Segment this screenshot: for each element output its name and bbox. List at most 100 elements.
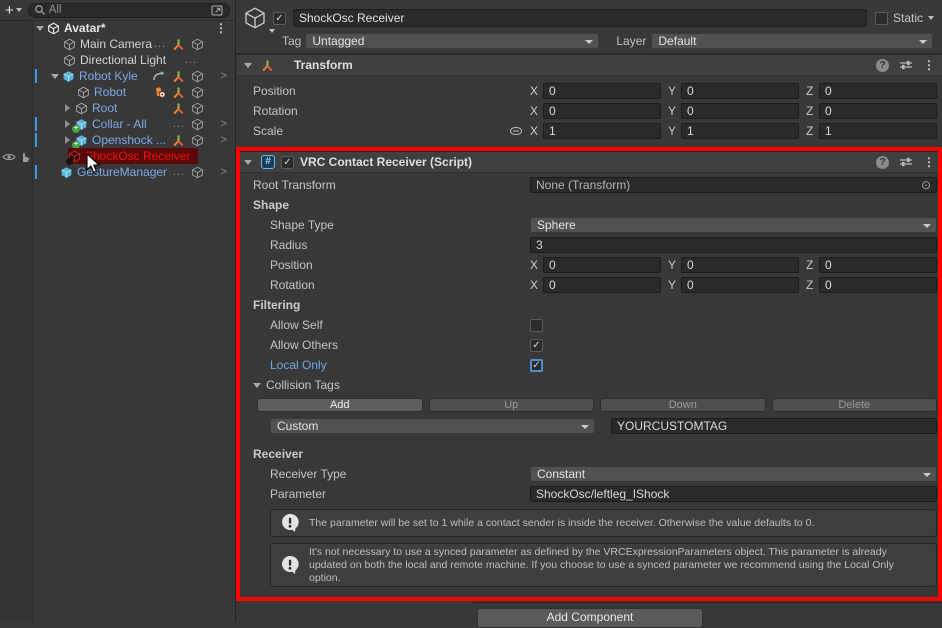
foldout-closed-icon[interactable] — [65, 120, 70, 128]
section-label: Receiver — [253, 447, 530, 461]
static-checkbox[interactable] — [875, 12, 888, 25]
layer-dropdown[interactable]: Default — [651, 33, 933, 49]
hierarchy-row-avatar[interactable]: Avatar* ⋮ — [34, 20, 235, 36]
allow-self-checkbox[interactable] — [530, 319, 543, 332]
vrc-contact-receiver-header[interactable]: # VRC Contact Receiver (Script) ? ⋮ — [237, 151, 942, 173]
axis-label: Y — [668, 124, 676, 138]
shape-type-row: Shape Type Sphere — [237, 217, 942, 233]
chevron-right-icon[interactable]: > — [221, 70, 227, 82]
hierarchy-row-robot[interactable]: Robot — [34, 84, 235, 100]
parameter-input[interactable]: ShockOsc/leftleg_IShock — [530, 486, 937, 502]
field-label: Rotation — [253, 104, 530, 118]
hierarchy-row-gesturemanager[interactable]: GestureManager ... > — [34, 164, 235, 180]
component-enabled-checkbox[interactable] — [281, 156, 294, 169]
rotation-y-input[interactable]: 0 — [681, 103, 799, 119]
presets-icon[interactable] — [899, 59, 913, 71]
scale-x-input[interactable]: 1 — [543, 123, 661, 139]
foldout-closed-icon[interactable] — [65, 104, 70, 112]
collision-tags-row[interactable]: Collision Tags — [237, 377, 942, 393]
collision-tags-buttons: Add Up Down Delete — [257, 398, 937, 412]
tag-type-dropdown[interactable]: Custom — [270, 418, 595, 434]
help-icon[interactable]: ? — [876, 59, 889, 72]
scale-y-input[interactable]: 1 — [681, 123, 799, 139]
scale-row: Scale X1 Y1 Z1 — [237, 123, 942, 139]
foldout-open-icon[interactable] — [244, 160, 252, 165]
cube-toggle-icon[interactable] — [191, 86, 204, 99]
object-picker-icon[interactable]: ⊙ — [921, 179, 931, 191]
vrc-position-z-input[interactable]: 0 — [819, 257, 937, 273]
vrc-position-y-input[interactable]: 0 — [681, 257, 799, 273]
kebab-menu-icon[interactable]: ⋮ — [923, 155, 935, 169]
gameobject-name-input[interactable]: ShockOsc Receiver — [293, 9, 867, 27]
hierarchy-row-root[interactable]: Root — [34, 100, 235, 116]
hierarchy-search-input[interactable]: All — [28, 3, 230, 18]
vrc-position-x-input[interactable]: 0 — [543, 257, 661, 273]
active-checkbox[interactable] — [273, 12, 286, 25]
delete-button[interactable]: Delete — [772, 398, 938, 412]
down-button[interactable]: Down — [600, 398, 766, 412]
overflow-dots: ... — [173, 118, 185, 130]
chevron-right-icon[interactable]: > — [221, 118, 227, 130]
custom-tag-input[interactable]: YOURCUSTOMTAG — [611, 418, 937, 434]
position-y-input[interactable]: 0 — [681, 83, 799, 99]
allow-others-checkbox[interactable] — [530, 339, 543, 352]
foldout-open-icon[interactable] — [253, 383, 261, 388]
chevron-right-icon[interactable]: > — [221, 134, 227, 146]
foldout-open-icon[interactable] — [36, 26, 44, 31]
gameobject-icon[interactable] — [243, 6, 273, 30]
scale-z-input[interactable]: 1 — [819, 123, 937, 139]
row-label: Robot — [94, 85, 126, 99]
hierarchy-row-shockosc-receiver[interactable]: ShockOsc Receiver — [34, 148, 235, 164]
visibility-eye-icon[interactable] — [2, 152, 16, 162]
pickability-hand-icon[interactable] — [19, 151, 31, 163]
receiver-type-dropdown[interactable]: Constant — [530, 466, 937, 482]
position-x-input[interactable]: 0 — [543, 83, 661, 99]
kebab-menu-icon[interactable]: ⋮ — [215, 21, 227, 35]
rotation-x-input[interactable]: 0 — [543, 103, 661, 119]
rotation-z-input[interactable]: 0 — [819, 103, 937, 119]
axis-label: X — [530, 124, 538, 138]
hierarchy-row-openshock[interactable]: + Openshock ... > — [34, 132, 235, 148]
help-icon[interactable]: ? — [876, 156, 889, 169]
vrc-rotation-z-input[interactable]: 0 — [819, 277, 937, 293]
chevron-down-icon[interactable] — [928, 16, 934, 20]
vrc-rotation-x-input[interactable]: 0 — [543, 277, 661, 293]
cube-toggle-icon[interactable] — [191, 134, 204, 147]
axis-label: X — [530, 84, 538, 98]
presets-icon[interactable] — [899, 156, 913, 168]
section-label: Shape — [253, 198, 530, 212]
position-z-input[interactable]: 0 — [819, 83, 937, 99]
local-only-checkbox[interactable] — [530, 359, 543, 372]
tag-dropdown[interactable]: Untagged — [305, 33, 599, 49]
cube-toggle-icon[interactable] — [191, 38, 204, 51]
row-label: Robot Kyle — [79, 69, 138, 83]
radius-input[interactable]: 3 — [530, 237, 937, 253]
prefab-cube-icon — [60, 166, 73, 179]
hierarchy-row-robot-kyle[interactable]: Robot Kyle > — [34, 68, 235, 84]
vrc-rotation-y-input[interactable]: 0 — [681, 277, 799, 293]
transform-header[interactable]: Transform ? ⋮ — [237, 54, 942, 76]
kebab-menu-icon[interactable]: ⋮ — [923, 58, 935, 72]
cube-toggle-icon[interactable] — [191, 118, 204, 131]
cube-toggle-icon[interactable] — [191, 70, 204, 83]
link-scale-icon[interactable] — [509, 126, 523, 136]
axis-tripod-icon — [172, 134, 185, 147]
root-transform-object-field[interactable]: None (Transform) ⊙ — [530, 177, 937, 193]
foldout-closed-icon[interactable] — [65, 136, 70, 144]
up-button[interactable]: Up — [429, 398, 595, 412]
cube-toggle-icon[interactable] — [191, 102, 204, 115]
shape-type-dropdown[interactable]: Sphere — [530, 217, 937, 233]
hierarchy-row-directional-light[interactable]: Directional Light ... — [34, 52, 235, 68]
add-button[interactable]: Add — [257, 398, 423, 412]
row-label: Collar - All — [92, 117, 147, 131]
foldout-open-icon[interactable] — [51, 74, 59, 79]
add-component-button[interactable]: Add Component — [477, 608, 703, 628]
hierarchy-row-collar-all[interactable]: + Collar - All ... > — [34, 116, 235, 132]
foldout-open-icon[interactable] — [244, 63, 252, 68]
cube-toggle-icon[interactable] — [191, 166, 204, 179]
hierarchy-row-main-camera[interactable]: Main Camera ... — [34, 36, 235, 52]
field-label: Local Only — [253, 358, 530, 372]
create-object-button[interactable]: + — [5, 3, 22, 18]
pick-window-icon[interactable] — [211, 4, 224, 16]
chevron-right-icon[interactable]: > — [221, 166, 227, 178]
